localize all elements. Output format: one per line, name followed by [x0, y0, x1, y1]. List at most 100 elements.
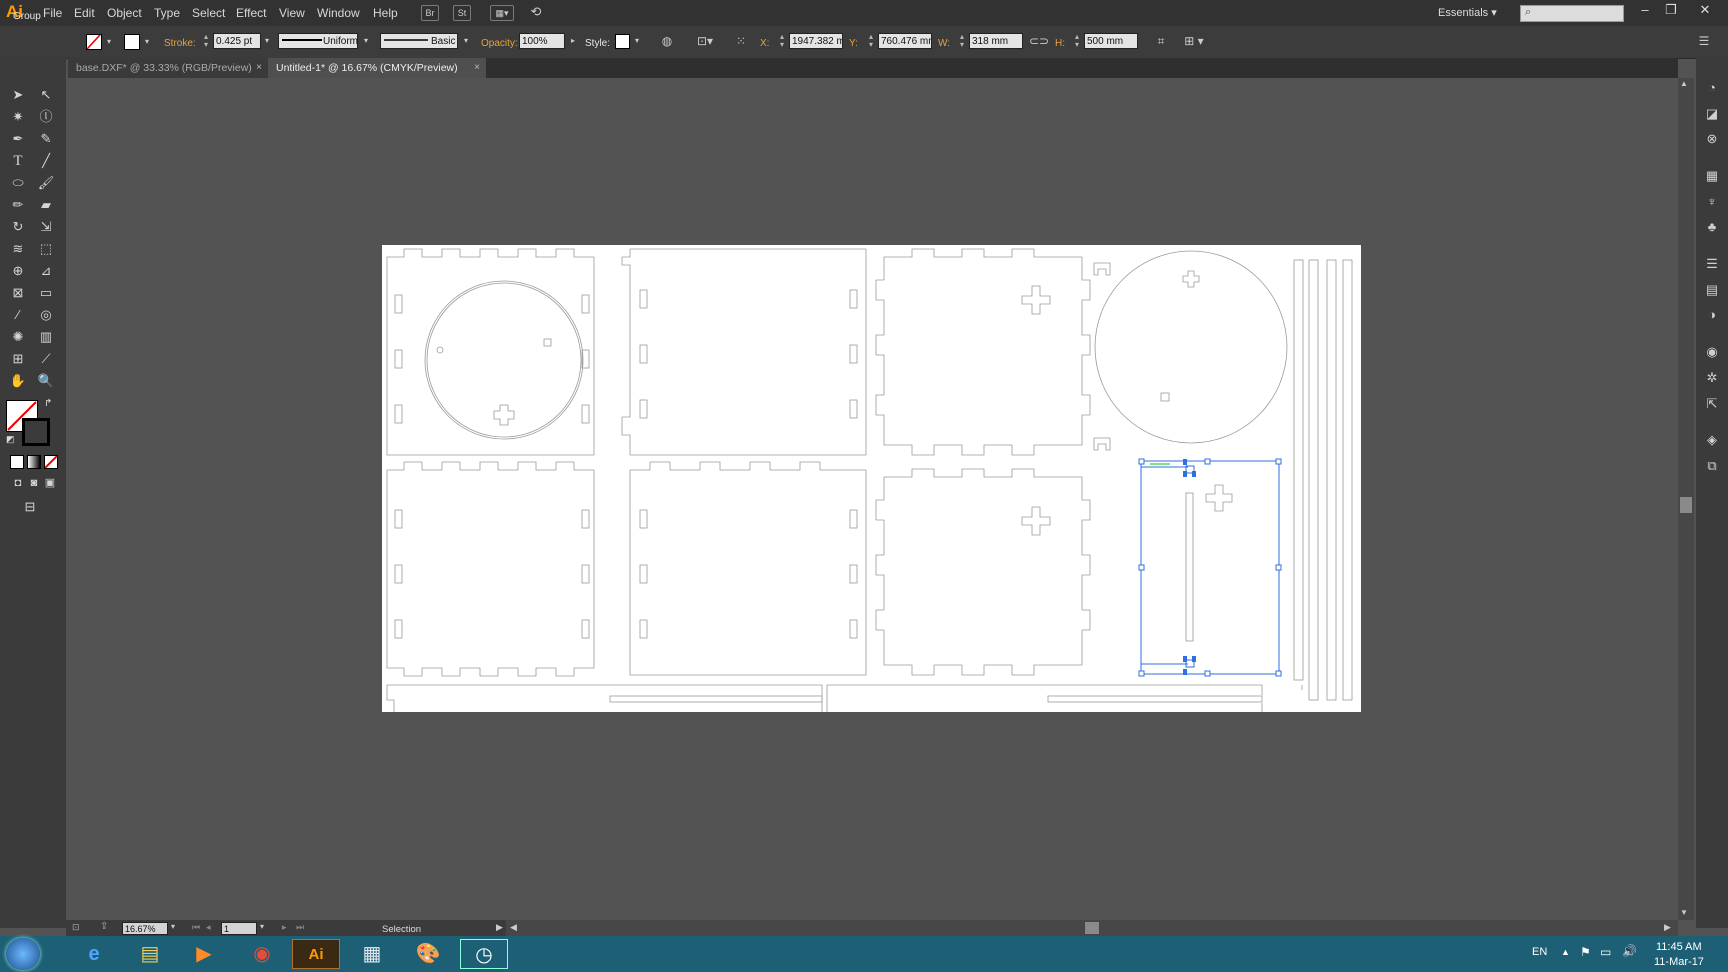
shape-builder-tool-icon[interactable]: ⊕ — [6, 260, 30, 282]
graphic-styles-panel-icon[interactable]: ✲ — [1702, 370, 1722, 388]
horizontal-scroll-thumb[interactable] — [1085, 922, 1099, 934]
volume-icon[interactable]: 🔊 — [1622, 944, 1637, 958]
h-field[interactable]: 500 mm — [1084, 33, 1138, 49]
color-panel-icon[interactable]: ◔ — [1702, 80, 1722, 98]
color-mode-icon[interactable] — [10, 455, 24, 469]
share-icon[interactable]: ⇪ — [100, 921, 108, 932]
y-stepper[interactable]: ▴ ▾ — [866, 33, 876, 49]
selection-tool-icon[interactable]: ➤ — [6, 84, 30, 106]
eyedropper-tool-icon[interactable]: ⁄ — [6, 304, 30, 326]
draw-inside-icon[interactable]: ▣ — [38, 472, 62, 494]
chrome-icon[interactable]: ◉ — [238, 939, 286, 969]
network-icon[interactable]: ▭ — [1600, 945, 1611, 959]
paint-icon[interactable]: 🎨 — [404, 939, 452, 969]
default-fill-stroke-icon[interactable]: ◩ — [6, 434, 15, 445]
close-window-button[interactable]: ✕ — [1694, 2, 1716, 20]
menu-edit[interactable]: Edit — [74, 6, 95, 20]
stroke-swatch[interactable] — [124, 34, 140, 50]
gradient-mode-icon[interactable] — [27, 455, 41, 469]
artboard[interactable] — [382, 245, 1361, 712]
workspace-switcher[interactable]: Essentials ▾ — [1438, 6, 1497, 19]
opacity-field[interactable]: 100% — [519, 33, 565, 49]
vertical-scroll-thumb[interactable] — [1680, 497, 1692, 513]
tab-base-dxf[interactable]: base.DXF* @ 33.33% (RGB/Preview) × — [68, 58, 268, 78]
curvature-tool-icon[interactable]: ✎ — [34, 128, 58, 150]
artboard-tool-icon[interactable]: ⊞ — [6, 348, 30, 370]
recolor-artwork-icon[interactable]: ◍ — [659, 33, 675, 49]
stroke-weight-stepper[interactable]: ▴ ▾ — [201, 33, 211, 49]
gradient-panel-icon[interactable]: ▤ — [1702, 282, 1722, 300]
clock-time[interactable]: 11:45 AM — [1656, 941, 1702, 953]
menu-effect[interactable]: Effect — [236, 6, 266, 20]
color-guide-panel-icon[interactable]: ◪ — [1702, 106, 1722, 124]
stroke-weight-dropdown-icon[interactable]: ▾ — [259, 33, 275, 49]
zoom-dropdown-icon[interactable]: ▾ — [171, 922, 175, 931]
lasso-tool-icon[interactable]: ⓛ — [34, 106, 58, 128]
calculator-icon[interactable]: ▦ — [348, 939, 396, 969]
pen-tool-icon[interactable]: ✒ — [6, 128, 30, 150]
h-stepper[interactable]: ▴ ▾ — [1072, 33, 1082, 49]
stroke-panel-icon[interactable]: ☰ — [1702, 256, 1722, 274]
isolate-group-icon[interactable]: ⊞ ▾ — [1180, 33, 1208, 49]
artboard-dropdown-icon[interactable]: ▾ — [260, 922, 264, 931]
stroke-label[interactable]: Stroke: — [164, 38, 196, 49]
reference-point-icon[interactable]: ⁙ — [733, 33, 749, 49]
cc-libraries-panel-icon[interactable]: ⊗ — [1702, 131, 1722, 149]
file-explorer-icon[interactable]: ▤ — [126, 939, 174, 969]
zoom-level-field[interactable]: 16.67% — [122, 922, 168, 935]
zoom-tool-icon[interactable]: 🔍 — [34, 370, 58, 392]
line-segment-tool-icon[interactable]: ╱ — [34, 150, 58, 172]
none-mode-icon[interactable] — [44, 455, 58, 469]
menu-type[interactable]: Type — [154, 6, 180, 20]
scroll-down-icon[interactable]: ▼ — [1680, 908, 1688, 917]
scroll-up-icon[interactable]: ▲ — [1680, 79, 1688, 88]
show-hidden-icons-icon[interactable]: ▲ — [1561, 947, 1570, 957]
fill-dropdown-icon[interactable]: ▾ — [101, 34, 117, 50]
blend-tool-icon[interactable]: ◎ — [34, 304, 58, 326]
scroll-right-icon[interactable]: ▶ — [1664, 922, 1671, 933]
fill-swatch-none[interactable] — [86, 34, 102, 50]
panel-bottom-middle[interactable] — [629, 461, 867, 676]
w-field[interactable]: 318 mm — [969, 33, 1023, 49]
panel-bottom-left[interactable] — [386, 461, 595, 677]
clock-app-icon[interactable]: ◷ — [460, 939, 508, 969]
scale-tool-icon[interactable]: ⇲ — [34, 216, 58, 238]
next-artboard-icon[interactable]: ▸ — [282, 922, 287, 933]
layers-panel-icon[interactable]: ◈ — [1702, 432, 1722, 450]
perspective-grid-tool-icon[interactable]: ⊿ — [34, 260, 58, 282]
x-field[interactable]: 1947.382 mi — [789, 33, 843, 49]
rotate-tool-icon[interactable]: ↻ — [6, 216, 30, 238]
paintbrush-tool-icon[interactable]: 🖌 — [34, 172, 58, 194]
slice-tool-icon[interactable]: ⟋ — [34, 348, 58, 370]
opacity-label[interactable]: Opacity: — [481, 38, 518, 49]
free-transform-tool-icon[interactable]: ⬚ — [34, 238, 58, 260]
artboard-number-field[interactable]: 1 — [221, 922, 257, 935]
stroke-weight-field[interactable]: 0.425 pt — [213, 33, 261, 49]
circle-lid[interactable] — [1094, 250, 1288, 444]
arrange-documents-icon[interactable]: ▦▾ — [490, 5, 514, 21]
selected-group[interactable] — [1138, 458, 1282, 677]
swap-fill-stroke-icon[interactable]: ↱ — [44, 398, 52, 409]
restore-button[interactable]: ❐ — [1660, 2, 1682, 20]
menu-select[interactable]: Select — [192, 6, 225, 20]
transparency-panel-icon[interactable]: ◑ — [1702, 307, 1722, 325]
minimize-button[interactable]: – — [1634, 2, 1656, 20]
previous-artboard-icon[interactable]: ◂ — [206, 922, 211, 933]
mesh-tool-icon[interactable]: ⊠ — [6, 282, 30, 304]
clock-date[interactable]: 11-Mar-17 — [1654, 956, 1704, 968]
screen-mode-icon[interactable]: ⊟ — [18, 496, 42, 518]
search-input[interactable]: ⌕ — [1520, 5, 1624, 22]
w-stepper[interactable]: ▴ ▾ — [957, 33, 967, 49]
direct-selection-tool-icon[interactable]: ↖ — [34, 84, 58, 106]
sync-icon[interactable]: ⟲ — [528, 5, 544, 19]
opacity-slider-icon[interactable]: ▸ — [565, 33, 581, 49]
panel-top-left[interactable] — [386, 248, 595, 456]
x-stepper[interactable]: ▴ ▾ — [777, 33, 787, 49]
variable-width-profile-select[interactable]: Uniform — [278, 33, 358, 49]
last-artboard-icon[interactable]: ⏭ — [296, 922, 304, 933]
transform-icon[interactable]: ⌗ — [1153, 33, 1169, 49]
appearance-panel-icon[interactable]: ◉ — [1702, 344, 1722, 362]
language-indicator[interactable]: EN — [1532, 946, 1547, 958]
style-dropdown-icon[interactable]: ▾ — [629, 33, 645, 49]
swatches-panel-icon[interactable]: ▦ — [1702, 168, 1722, 186]
